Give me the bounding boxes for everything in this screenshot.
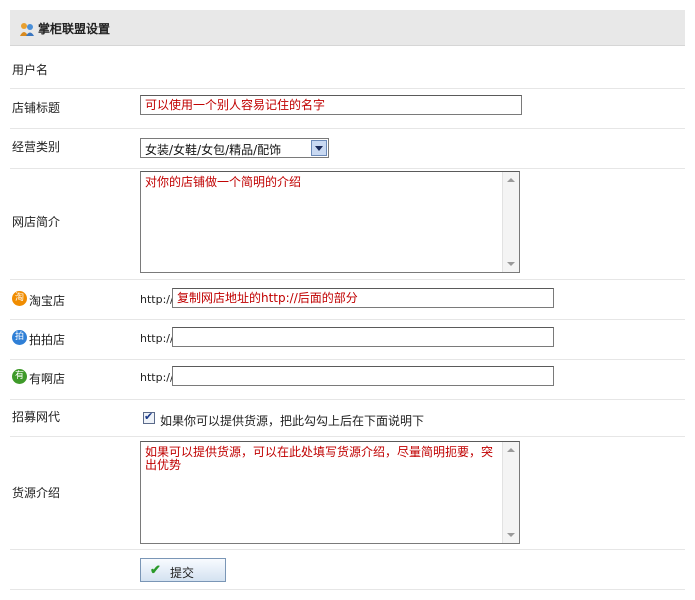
recruit-checkbox[interactable]: ✔ <box>143 410 155 424</box>
intro-text: 对你的店铺做一个简明的介绍 <box>145 175 302 189</box>
shop-title-label: 店铺标题 <box>12 101 61 115</box>
youa-icon: 有 <box>12 369 27 384</box>
category-select[interactable]: 女装/女鞋/女包/精品/配饰 <box>140 138 329 158</box>
page-title: 掌柜联盟设置 <box>38 22 111 36</box>
paipai-icon: 拍 <box>12 330 27 345</box>
submit-button[interactable]: ✔ 提交 <box>140 558 226 582</box>
taobao-label: 淘宝店 <box>29 294 66 308</box>
supply-text: 如果可以提供货源，可以在此处填写货源介绍，尽量简明扼要，突出优势 <box>145 445 494 472</box>
taobao-icon: 淘 <box>12 291 27 306</box>
checkmark-icon: ✔ <box>150 562 161 577</box>
supply-scrollbar[interactable] <box>502 442 519 543</box>
supply-label: 货源介绍 <box>12 486 61 500</box>
youa-input[interactable] <box>172 366 554 386</box>
category-label: 经营类别 <box>12 140 61 154</box>
category-selected-value: 女装/女鞋/女包/精品/配饰 <box>145 143 282 157</box>
intro-label: 网店简介 <box>12 215 61 229</box>
intro-scrollbar[interactable] <box>502 172 519 272</box>
row-taobao: 淘 淘宝店 http:// 复制网店地址的http://后面的部分 <box>10 280 685 320</box>
row-category: 经营类别 女装/女鞋/女包/精品/配饰 <box>10 129 685 169</box>
taobao-prefix: http:// <box>140 293 174 306</box>
supply-textarea[interactable]: 如果可以提供货源，可以在此处填写货源介绍，尽量简明扼要，突出优势 <box>140 441 520 544</box>
row-recruit: 招募网代 ✔ 如果你可以提供货源，把此勾勾上后在下面说明下 <box>10 400 685 437</box>
row-paipai: 拍 拍拍店 http:// <box>10 320 685 360</box>
check-icon: ✔ <box>144 410 154 423</box>
recruit-checkbox-label[interactable]: 如果你可以提供货源，把此勾勾上后在下面说明下 <box>160 412 424 429</box>
row-username: 用户名 <box>10 49 685 89</box>
recruit-label: 招募网代 <box>12 410 61 424</box>
paipai-prefix: http:// <box>140 332 174 345</box>
row-intro: 网店简介 对你的店铺做一个简明的介绍 <box>10 169 685 280</box>
taobao-input[interactable]: 复制网店地址的http://后面的部分 <box>172 288 554 308</box>
row-supply: 货源介绍 如果可以提供货源，可以在此处填写货源介绍，尽量简明扼要，突出优势 <box>10 437 685 550</box>
users-icon <box>20 23 34 36</box>
dropdown-arrow-icon[interactable] <box>311 140 327 156</box>
row-youa: 有 有啊店 http:// <box>10 360 685 400</box>
username-label: 用户名 <box>12 63 49 77</box>
paipai-label: 拍拍店 <box>29 333 66 347</box>
submit-label: 提交 <box>170 566 195 580</box>
paipai-input[interactable] <box>172 327 554 347</box>
row-submit: ✔ 提交 <box>10 550 685 590</box>
intro-textarea[interactable]: 对你的店铺做一个简明的介绍 <box>140 171 520 273</box>
youa-label: 有啊店 <box>29 372 66 386</box>
shop-title-input[interactable]: 可以使用一个别人容易记住的名字 <box>140 95 522 115</box>
panel-header: 掌柜联盟设置 <box>10 10 685 46</box>
youa-prefix: http:// <box>140 371 174 384</box>
row-shop-title: 店铺标题 可以使用一个别人容易记住的名字 <box>10 89 685 129</box>
